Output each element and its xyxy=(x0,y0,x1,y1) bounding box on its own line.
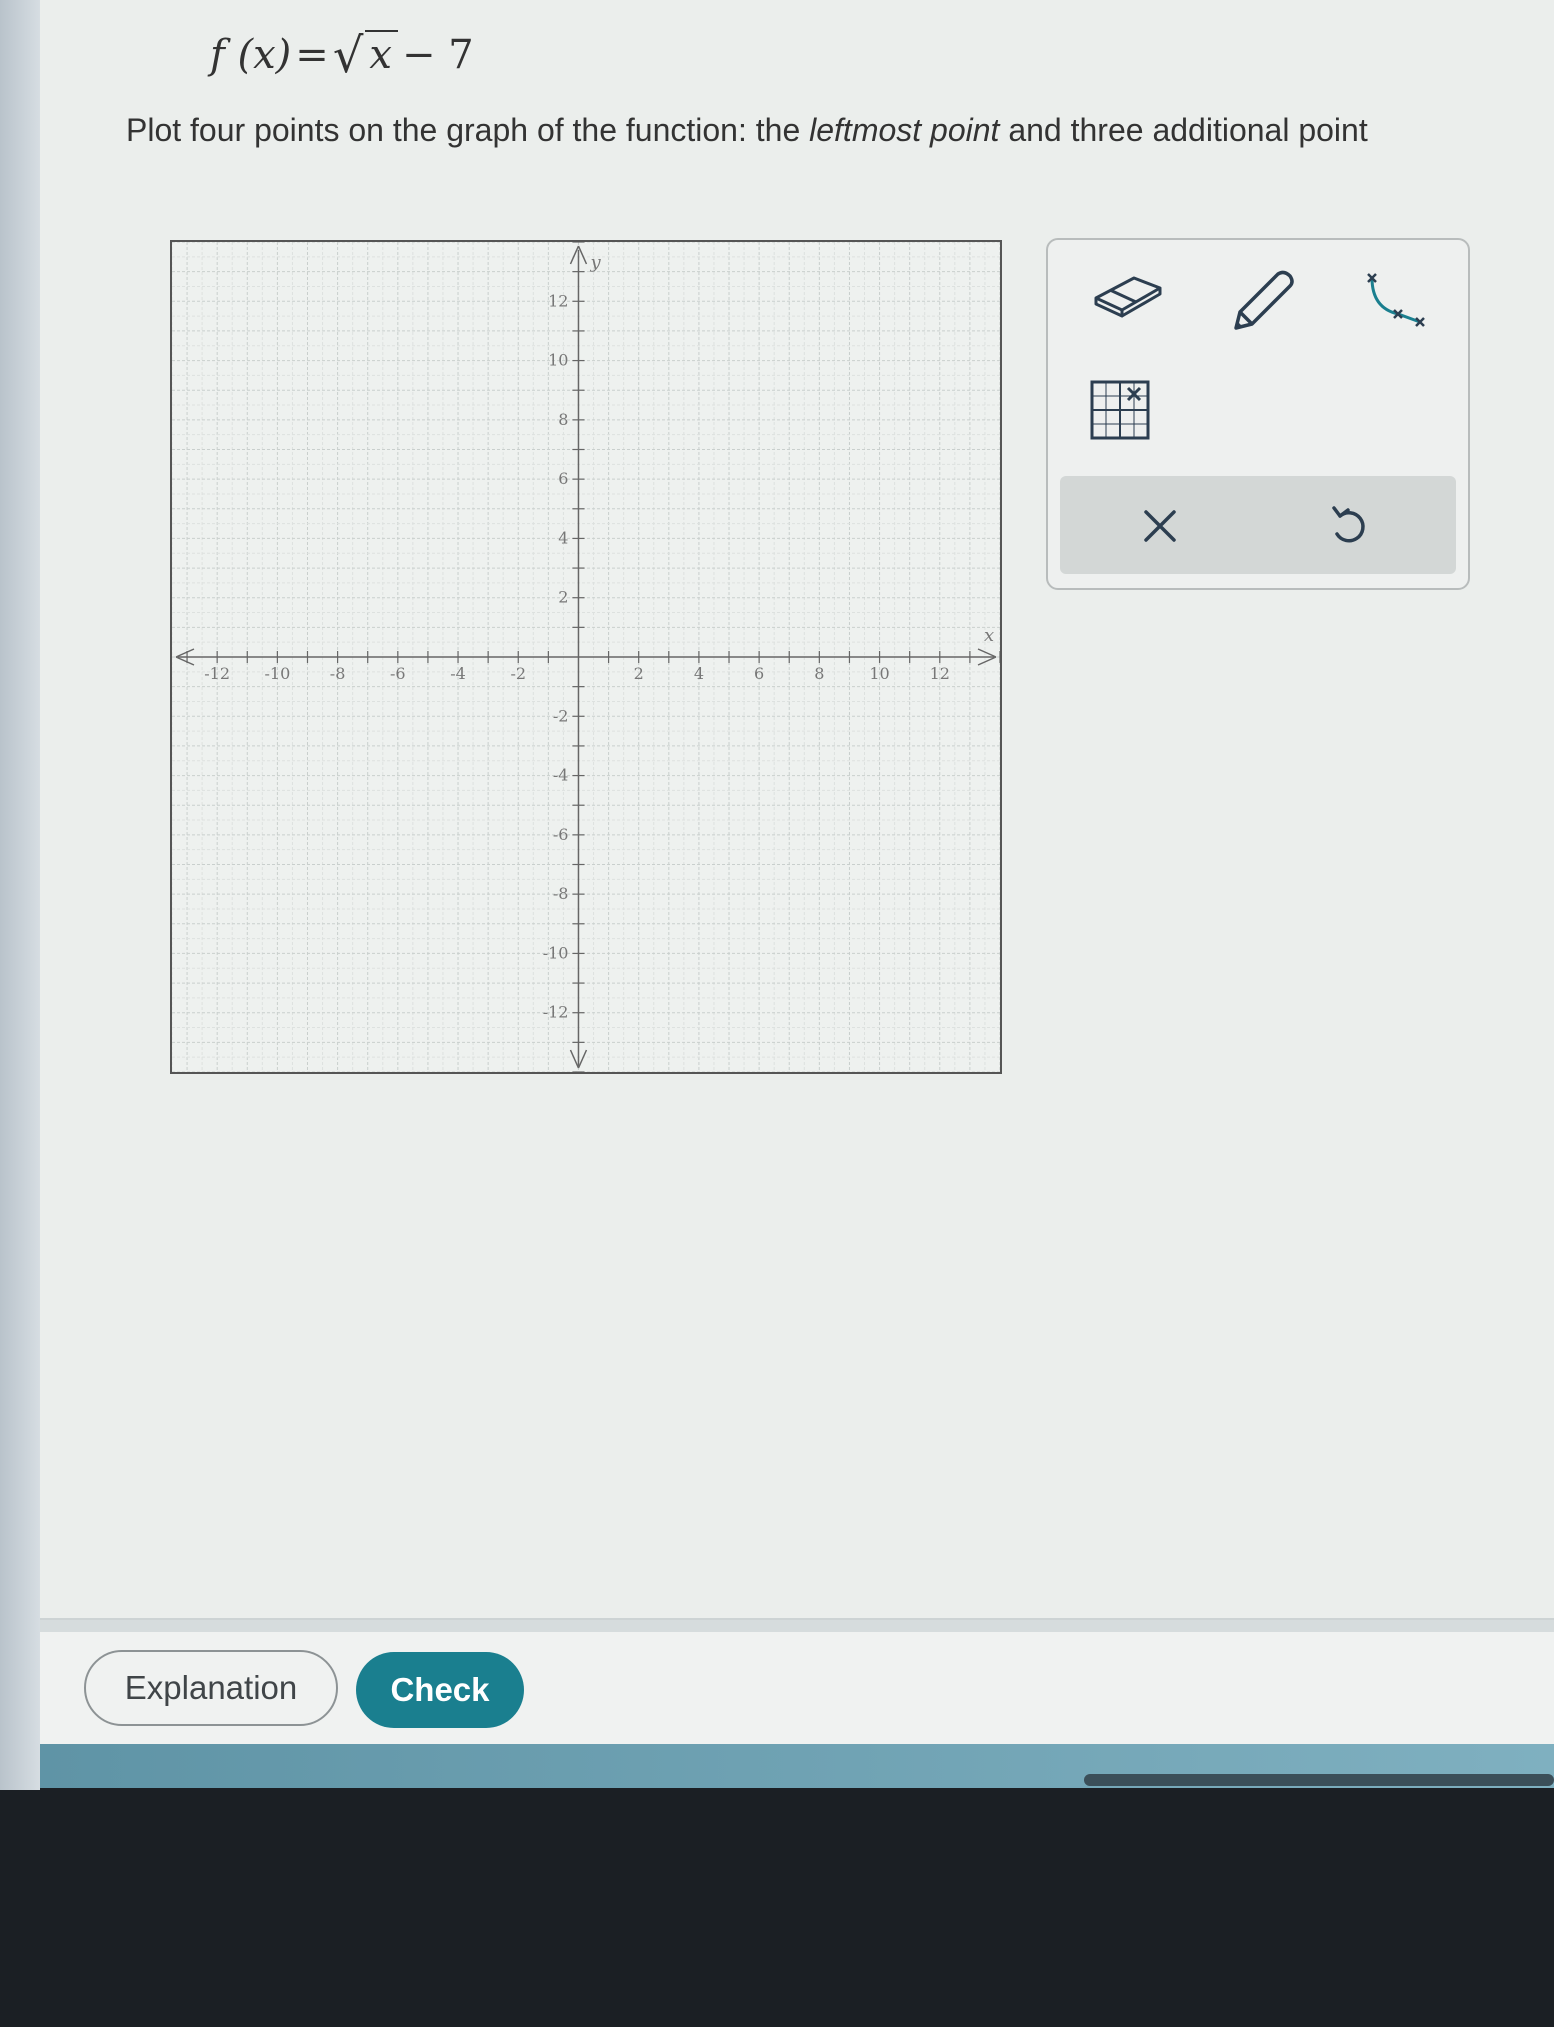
pencil-icon xyxy=(1234,270,1294,330)
undo-button[interactable] xyxy=(1320,496,1380,556)
x-tick-label: 6 xyxy=(754,664,764,683)
grid-point-icon xyxy=(1090,380,1150,440)
footer-bar: Explanation Check xyxy=(40,1632,1554,1752)
y-tick-label: 6 xyxy=(558,469,568,488)
formula-equals: = xyxy=(295,32,329,78)
formula-tail: − 7 xyxy=(401,32,474,78)
pencil-tool-button[interactable] xyxy=(1228,266,1300,336)
x-tick-label: -4 xyxy=(450,664,466,683)
graph-canvas[interactable]: -12 -10 -8 -6 -4 -2 2 4 6 8 10 12 12 10 8 6 4 2 -2 -4 -6 -8 -1… xyxy=(171,241,1001,1073)
clear-button[interactable] xyxy=(1130,496,1190,556)
problem-prompt: Plot four points on the graph of the fun… xyxy=(126,112,1368,149)
x-tick-label: -6 xyxy=(390,664,406,683)
y-tick-label: -4 xyxy=(553,766,569,785)
y-tick-label: -10 xyxy=(543,943,569,962)
x-tick-label: -12 xyxy=(204,664,230,683)
undo-icon xyxy=(1332,506,1365,543)
x-tick-label: 4 xyxy=(694,664,704,683)
y-tick-label: 8 xyxy=(558,410,568,429)
x-icon xyxy=(1144,510,1176,542)
explanation-button[interactable]: Explanation xyxy=(84,1650,338,1726)
screen: f (x) = √ x − 7 Plot four points on the g… xyxy=(40,0,1554,1752)
coordinate-graph[interactable]: -12 -10 -8 -6 -4 -2 2 4 6 8 10 12 12 10 8 6 4 2 -2 -4 -6 -8 -1… xyxy=(170,240,1002,1074)
prompt-start: Plot four points on the graph of the fun… xyxy=(126,112,810,148)
device-bezel xyxy=(0,0,40,1790)
x-tick-label: -8 xyxy=(330,664,346,683)
grid-point-tool-button[interactable] xyxy=(1090,380,1150,440)
y-tick-label: -6 xyxy=(553,825,569,844)
action-bar xyxy=(1060,476,1456,574)
y-axis-label: y xyxy=(589,252,601,273)
y-tick-label: 2 xyxy=(558,588,568,607)
y-tick-label: -12 xyxy=(543,1003,569,1022)
y-tick-label: 10 xyxy=(548,351,568,370)
function-formula: f (x) = √ x − 7 xyxy=(210,28,474,84)
graph-toolbox xyxy=(1046,238,1470,590)
curve-tool-button[interactable] xyxy=(1358,268,1432,330)
x-tick-label: 10 xyxy=(869,664,889,683)
footer-divider xyxy=(40,1618,1554,1632)
check-button[interactable]: Check xyxy=(356,1652,524,1728)
x-tick-label: 8 xyxy=(814,664,824,683)
curve-points-icon xyxy=(1367,273,1425,327)
x-tick-label: 2 xyxy=(634,664,644,683)
x-tick-label: 12 xyxy=(930,664,950,683)
x-tick-label: -2 xyxy=(510,664,526,683)
radical-sign: √ xyxy=(332,28,364,84)
y-tick-label: -8 xyxy=(553,884,569,903)
x-axis-label: x xyxy=(984,625,994,646)
horizontal-scrollbar[interactable] xyxy=(1084,1774,1554,1786)
prompt-emphasis: leftmost point xyxy=(809,112,1000,148)
x-tick-label: -10 xyxy=(264,664,290,683)
formula-radicand: x xyxy=(365,30,398,78)
eraser-tool-button[interactable] xyxy=(1090,270,1166,318)
eraser-icon xyxy=(1094,276,1162,318)
y-tick-label: -2 xyxy=(553,706,569,725)
formula-fx: f (x) xyxy=(210,32,292,78)
y-tick-label: 12 xyxy=(548,291,568,310)
prompt-end: and three additional point xyxy=(999,112,1368,148)
y-tick-label: 4 xyxy=(558,528,568,547)
